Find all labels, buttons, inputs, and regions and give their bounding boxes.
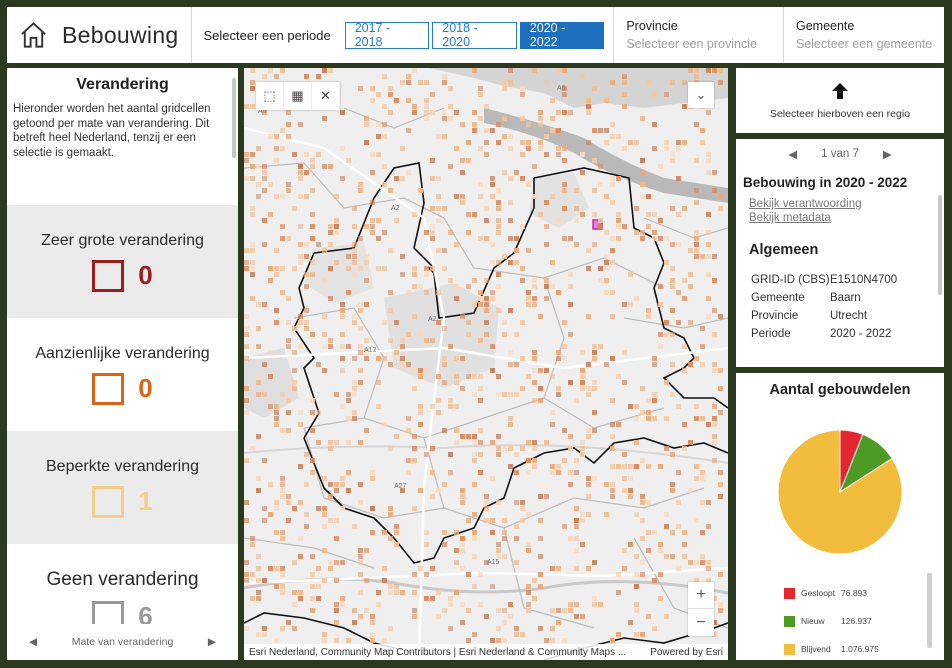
region-hint-text: Selecteer hierboven een regio (769, 107, 911, 120)
attribute-key: GRID-ID (CBS) (751, 274, 830, 286)
map-attribution: Esri Nederland, Community Map Contributo… (244, 644, 728, 660)
road-label: A6 (557, 85, 566, 92)
legend-label: Nieuw (801, 616, 825, 626)
attribute-row: Periode 2020 - 2022 (751, 328, 944, 346)
attribute-table: GRID-ID (CBS) E1510N4700 Gemeente Baarn … (751, 274, 944, 346)
popup-title: Bebouwing in 2020 - 2022 (743, 175, 908, 190)
attribute-value: Utrecht (830, 310, 868, 322)
pager-text: 1 van 7 (821, 148, 859, 160)
pie-chart[interactable] (736, 418, 944, 568)
legend-swatch (784, 587, 795, 599)
zoom-out-button[interactable]: − (688, 609, 714, 636)
attribute-value: 2020 - 2022 (830, 328, 892, 340)
period-button-2018-2020[interactable]: 2018 - 2020 (432, 21, 517, 49)
legend-label: Gesloopt (801, 588, 836, 598)
zoom-in-button[interactable]: + (688, 582, 714, 609)
zoom-controls: + − (688, 582, 714, 636)
road-label: A27 (394, 483, 407, 490)
period-button-2017-2018[interactable]: 2017 - 2018 (344, 21, 430, 49)
category-swatch (92, 485, 125, 518)
legend-value: 126.937 (841, 616, 872, 626)
chevron-right-icon[interactable]: ▶ (208, 636, 216, 648)
province-select[interactable]: Provincie Selecteer een provincie (614, 7, 783, 63)
province-label: Provincie (626, 19, 678, 33)
attribution-text[interactable]: Esri Nederland, Community Map Contributo… (249, 647, 626, 658)
road-label: A15 (487, 559, 500, 566)
legend-swatch (784, 643, 795, 655)
attribute-row: GRID-ID (CBS) E1510N4700 (751, 274, 944, 292)
category-count: 0 (138, 373, 153, 403)
home-icon[interactable] (19, 20, 48, 50)
category-label: Zeer grote verandering (41, 231, 204, 249)
legend-value: 1.076.975 (841, 644, 879, 654)
legend-item[interactable]: Blijvend 1.076.975 (784, 635, 879, 660)
legend-item[interactable]: Nieuw 126.937 (784, 607, 879, 635)
attribute-key: Gemeente (751, 292, 805, 304)
attribute-value: Baarn (830, 292, 861, 304)
select-rectangle-icon[interactable]: ⬚ (256, 82, 284, 110)
collapse-icon[interactable]: ⌄ (688, 82, 714, 108)
attribute-key: Provincie (751, 310, 799, 322)
clear-selection-icon[interactable]: ✕ (312, 82, 340, 110)
road-label: A2 (428, 316, 437, 323)
municipality-label: Gemeente (795, 19, 855, 33)
panel-description: Hieronder worden het aantal gridcellen g… (13, 103, 211, 159)
legend-swatch (784, 615, 795, 627)
category-count: 0 (138, 260, 153, 290)
category-label: Aanzienlijke verandering (35, 344, 210, 362)
chevron-right-icon[interactable]: ▶ (883, 147, 892, 161)
category-count: 1 (138, 486, 153, 516)
feature-popup: ◀ 1 van 7 ▶ Bebouwing in 2020 - 2022 Bek… (736, 139, 944, 367)
change-panel: Verandering Hieronder worden het aantal … (7, 68, 238, 660)
chart-legend: Gesloopt 76.893 Nieuw 126.937 Blijvend 1… (784, 579, 879, 660)
municipality-select[interactable]: Gemeente Selecteer een gemeente (784, 7, 944, 63)
attribute-row: Provincie Utrecht (751, 310, 944, 328)
scrollbar[interactable] (927, 573, 932, 648)
building-parts-chart: Aantal gebouwdelen Gesloopt 76.893 Nieuw… (736, 373, 944, 660)
map-canvas[interactable] (244, 68, 728, 660)
legend-value: 76.893 (841, 588, 867, 598)
road-label: A2 (391, 205, 400, 212)
popup-section-title: Algemeen (749, 242, 819, 258)
arrow-up-icon (832, 82, 848, 99)
panel-title: Verandering (76, 76, 169, 93)
link-metadata[interactable]: Bekijk metadata (749, 211, 944, 225)
panel-footer: ◀ Mate van verandering ▶ (7, 624, 238, 660)
attribute-value: E1510N4700 (830, 274, 898, 286)
popup-pager: ◀ 1 van 7 ▶ (736, 147, 944, 161)
app-title: Bebouwing (62, 21, 179, 48)
municipality-placeholder: Selecteer een gemeente (795, 37, 933, 51)
period-label: Selecteer een periode (203, 27, 331, 43)
attribute-row: Gemeente Baarn (751, 292, 944, 310)
category-swatch (92, 372, 125, 405)
scrollbar[interactable] (232, 78, 236, 158)
category-aanzienlijk[interactable]: Aanzienlijke verandering 0 (7, 318, 238, 431)
header-divider (190, 7, 192, 63)
footer-label: Mate van verandering (71, 636, 174, 648)
category-swatch (92, 259, 125, 292)
link-verantwoording[interactable]: Bekijk verantwoording (749, 197, 944, 211)
region-hint: Selecteer hierboven een regio (736, 68, 944, 133)
category-label: Geen verandering (46, 568, 199, 590)
road-label: A12 (364, 347, 377, 354)
powered-by[interactable]: Powered by Esri (650, 647, 723, 658)
map-toolbar: ⬚ ▦ ✕ (256, 82, 340, 110)
period-button-2020-2022[interactable]: 2020 - 2022 (519, 21, 605, 49)
map-view[interactable]: A5 A6 A2 A2 A12 A27 A15 ⬚ ▦ ✕ ⌄ + − Esri… (244, 68, 728, 660)
chart-title: Aantal gebouwdelen (769, 382, 911, 398)
select-grid-icon[interactable]: ▦ (284, 82, 312, 110)
category-zeer-groot[interactable]: Zeer grote verandering 0 (7, 205, 238, 318)
chevron-left-icon[interactable]: ◀ (29, 636, 37, 648)
category-beperkt[interactable]: Beperkte verandering 1 (7, 431, 238, 544)
province-placeholder: Selecteer een provincie (626, 37, 757, 51)
category-label: Beperkte verandering (46, 457, 199, 475)
legend-item[interactable]: Gesloopt 76.893 (784, 579, 879, 607)
attribute-key: Periode (751, 328, 791, 340)
chevron-left-icon[interactable]: ◀ (788, 147, 797, 161)
scrollbar[interactable] (938, 195, 942, 295)
legend-label: Blijvend (801, 644, 831, 654)
header-bar: Bebouwing Selecteer een periode 2017 - 2… (7, 7, 944, 63)
